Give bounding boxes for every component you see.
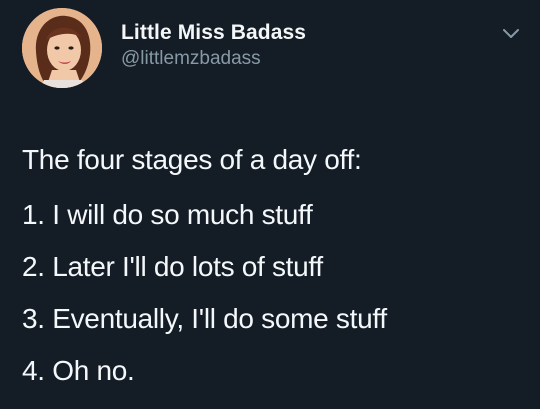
profile-photo-icon — [22, 8, 102, 88]
tweet-header: Little Miss Badass @littlemzbadass — [22, 8, 522, 88]
handle[interactable]: @littlemzbadass — [121, 47, 306, 71]
display-name[interactable]: Little Miss Badass — [121, 20, 306, 46]
tweet-line: 3. Eventually, I'll do some stuff — [22, 303, 387, 334]
avatar[interactable] — [22, 8, 102, 88]
tweet-line: 4. Oh no. — [22, 355, 135, 386]
tweet-line: The four stages of a day off: — [22, 144, 362, 175]
tweet-text: The four stages of a day off: 1. I will … — [22, 134, 522, 397]
chevron-down-icon[interactable] — [500, 22, 522, 44]
author-names: Little Miss Badass @littlemzbadass — [121, 20, 306, 71]
tweet-card: Little Miss Badass @littlemzbadass The f… — [0, 0, 540, 409]
tweet-line: 2. Later I'll do lots of stuff — [22, 251, 323, 282]
tweet-line: 1. I will do so much stuff — [22, 199, 313, 230]
